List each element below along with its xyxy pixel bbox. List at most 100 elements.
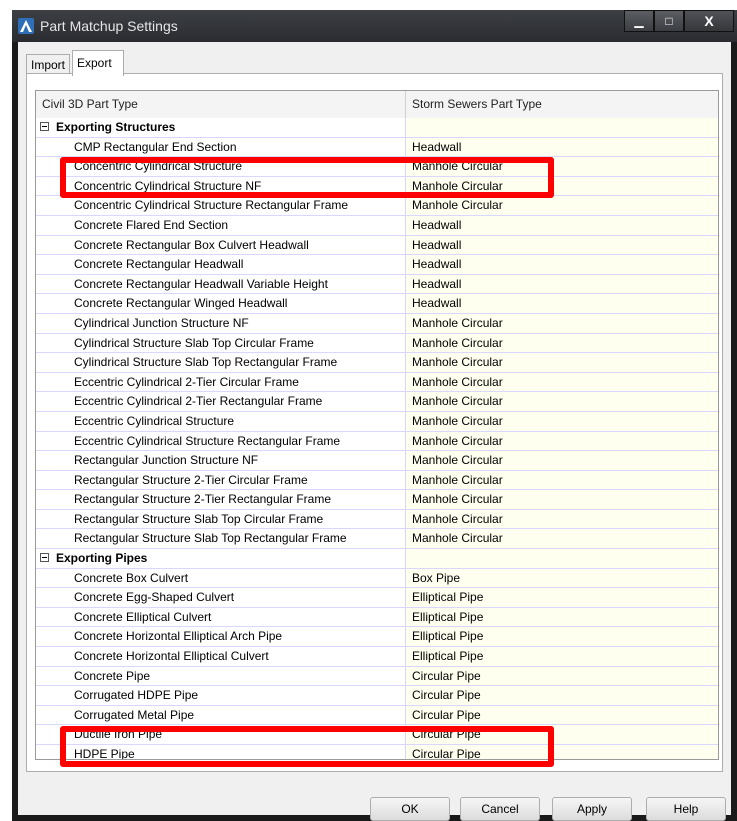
table-row[interactable]: Corrugated HDPE Pipe Circular Pipe bbox=[36, 686, 718, 706]
table-row[interactable]: Rectangular Structure Slab Top Rectangul… bbox=[36, 529, 718, 550]
civil3d-part-type-cell: Concrete Rectangular Headwall Variable H… bbox=[36, 274, 406, 294]
minimize-button[interactable]: ▁ bbox=[624, 10, 654, 32]
civil3d-part-type-cell: Concrete Horizontal Elliptical Culvert bbox=[36, 647, 406, 666]
part-matchup-grid[interactable]: Civil 3D Part Type Storm Sewers Part Typ… bbox=[35, 90, 719, 760]
table-row[interactable]: Eccentric Cylindrical Structure Manhole C… bbox=[36, 411, 718, 432]
civil3d-part-type-cell: Concrete Pipe bbox=[36, 666, 406, 686]
table-row[interactable]: Eccentric Cylindrical 2-Tier Circular Fr… bbox=[36, 372, 718, 393]
column-header-civil3d-part-type[interactable]: Civil 3D Part Type bbox=[36, 91, 406, 118]
storm-sewers-part-type-cell[interactable]: Manhole Circular bbox=[406, 313, 718, 333]
table-row[interactable]: Cylindrical Junction Structure NF Manhole… bbox=[36, 313, 718, 334]
maximize-button[interactable]: □ bbox=[654, 10, 684, 32]
table-row[interactable]: Concrete Egg-Shaped Culvert Elliptical Pi… bbox=[36, 588, 718, 608]
civil3d-part-type-cell: Concrete Flared End Section bbox=[36, 215, 406, 235]
civil3d-part-type-cell: Rectangular Structure Slab Top Rectangul… bbox=[36, 529, 406, 549]
storm-sewers-part-type-cell[interactable]: Headwall bbox=[406, 255, 718, 274]
storm-sewers-part-type-cell[interactable]: Elliptical Pipe bbox=[406, 627, 718, 647]
cancel-button[interactable]: Cancel bbox=[460, 797, 540, 821]
storm-sewers-part-type-cell[interactable]: Headwall bbox=[406, 294, 718, 313]
grid-rows: Exporting Structures CMP Rectangular End … bbox=[36, 118, 718, 759]
collapse-toggle-icon[interactable] bbox=[40, 553, 49, 563]
storm-sewers-part-type-cell[interactable]: Circular Pipe bbox=[406, 745, 718, 759]
storm-sewers-part-type-cell[interactable]: Manhole Circular bbox=[406, 176, 718, 196]
table-row[interactable]: Concentric Cylindrical Structure Rectang… bbox=[36, 196, 718, 216]
storm-sewers-part-type-cell[interactable]: Headwall bbox=[406, 137, 718, 157]
table-row[interactable]: Concrete Rectangular Winged Headwall Head… bbox=[36, 294, 718, 314]
storm-sewers-part-type-cell[interactable]: Manhole Circular bbox=[406, 333, 718, 353]
storm-sewers-part-type-cell[interactable]: Manhole Circular bbox=[406, 451, 718, 470]
storm-sewers-part-type-cell[interactable]: Manhole Circular bbox=[406, 372, 718, 392]
civil3d-part-type-cell: Corrugated HDPE Pipe bbox=[36, 686, 406, 705]
storm-sewers-part-type-cell[interactable]: Circular Pipe bbox=[406, 666, 718, 686]
section-value-cell bbox=[406, 549, 718, 568]
table-row[interactable]: Concrete Pipe Circular Pipe bbox=[36, 666, 718, 687]
window-title: Part Matchup Settings bbox=[40, 18, 178, 34]
table-row[interactable]: CMP Rectangular End Section Headwall bbox=[36, 137, 718, 158]
table-row[interactable]: Concrete Rectangular Headwall Variable H… bbox=[36, 274, 718, 295]
apply-button[interactable]: Apply bbox=[552, 797, 632, 821]
table-row[interactable]: Cylindrical Structure Slab Top Circular … bbox=[36, 333, 718, 354]
table-row[interactable]: Rectangular Structure 2-Tier Rectangular… bbox=[36, 490, 718, 510]
table-row[interactable]: Cylindrical Structure Slab Top Rectangul… bbox=[36, 353, 718, 373]
storm-sewers-part-type-cell[interactable]: Headwall bbox=[406, 215, 718, 235]
storm-sewers-part-type-cell[interactable]: Elliptical Pipe bbox=[406, 588, 718, 607]
civil3d-part-type-cell: Concrete Egg-Shaped Culvert bbox=[36, 588, 406, 607]
table-row[interactable]: Eccentric Cylindrical 2-Tier Rectangular… bbox=[36, 392, 718, 412]
civil3d-part-type-cell: Eccentric Cylindrical Structure Rectangu… bbox=[36, 431, 406, 451]
storm-sewers-part-type-cell[interactable]: Box Pipe bbox=[406, 568, 718, 588]
storm-sewers-part-type-cell[interactable]: Manhole Circular bbox=[406, 431, 718, 451]
ok-button[interactable]: OK bbox=[370, 797, 450, 821]
help-button[interactable]: Help bbox=[646, 797, 726, 821]
table-row[interactable]: Concentric Cylindrical Structure NF Manho… bbox=[36, 176, 718, 197]
civil3d-part-type-cell: Concrete Box Culvert bbox=[36, 568, 406, 588]
civil3d-part-type-cell: Eccentric Cylindrical 2-Tier Rectangular… bbox=[36, 392, 406, 411]
table-row[interactable]: Concrete Rectangular Box Culvert Headwal… bbox=[36, 235, 718, 256]
section-label-text: Exporting Structures bbox=[56, 120, 176, 134]
storm-sewers-part-type-cell[interactable]: Manhole Circular bbox=[406, 196, 718, 215]
tab-import[interactable]: Import bbox=[26, 54, 70, 74]
table-row[interactable]: Concrete Rectangular Headwall Headwall bbox=[36, 255, 718, 275]
title-bar[interactable]: Part Matchup Settings ▁ □ X bbox=[12, 10, 737, 42]
section-label-text: Exporting Pipes bbox=[56, 551, 148, 566]
table-row[interactable]: Concrete Horizontal Elliptical Arch Pipe… bbox=[36, 627, 718, 648]
storm-sewers-part-type-cell[interactable]: Manhole Circular bbox=[406, 470, 718, 490]
collapse-toggle-icon[interactable] bbox=[40, 122, 49, 131]
table-row[interactable]: Rectangular Structure Slab Top Circular … bbox=[36, 509, 718, 530]
tab-export[interactable]: Export bbox=[72, 50, 124, 76]
storm-sewers-part-type-cell[interactable]: Elliptical Pipe bbox=[406, 647, 718, 666]
storm-sewers-part-type-cell[interactable]: Elliptical Pipe bbox=[406, 607, 718, 627]
close-button[interactable]: X bbox=[684, 10, 734, 32]
storm-sewers-part-type-cell[interactable]: Manhole Circular bbox=[406, 490, 718, 509]
table-row[interactable]: Concrete Flared End Section Headwall bbox=[36, 215, 718, 236]
section-label: Exporting Pipes bbox=[36, 549, 406, 568]
storm-sewers-part-type-cell[interactable]: Manhole Circular bbox=[406, 529, 718, 549]
storm-sewers-part-type-cell[interactable]: Manhole Circular bbox=[406, 411, 718, 431]
column-header-storm-sewers-part-type[interactable]: Storm Sewers Part Type bbox=[406, 91, 718, 118]
table-row[interactable]: Concrete Box Culvert Box Pipe bbox=[36, 568, 718, 589]
storm-sewers-part-type-cell[interactable]: Manhole Circular bbox=[406, 353, 718, 372]
table-row[interactable]: HDPE Pipe Circular Pipe bbox=[36, 745, 718, 759]
storm-sewers-part-type-cell[interactable]: Manhole Circular bbox=[406, 509, 718, 529]
table-row[interactable]: Rectangular Structure 2-Tier Circular Fr… bbox=[36, 470, 718, 491]
civil3d-part-type-cell: Corrugated Metal Pipe bbox=[36, 705, 406, 725]
table-row[interactable]: Ductile Iron Pipe Circular Pipe bbox=[36, 725, 718, 745]
storm-sewers-part-type-cell[interactable]: Headwall bbox=[406, 235, 718, 255]
table-row[interactable]: Eccentric Cylindrical Structure Rectangu… bbox=[36, 431, 718, 452]
storm-sewers-part-type-cell[interactable]: Circular Pipe bbox=[406, 725, 718, 744]
storm-sewers-part-type-cell[interactable]: Circular Pipe bbox=[406, 686, 718, 705]
storm-sewers-part-type-cell[interactable]: Headwall bbox=[406, 274, 718, 294]
table-row[interactable]: Corrugated Metal Pipe Circular Pipe bbox=[36, 705, 718, 726]
table-row[interactable]: Concrete Elliptical Culvert Elliptical Pi… bbox=[36, 607, 718, 628]
civil3d-part-type-cell: Concentric Cylindrical Structure NF bbox=[36, 176, 406, 196]
civil3d-part-type-cell: Concrete Elliptical Culvert bbox=[36, 607, 406, 627]
storm-sewers-part-type-cell[interactable]: Circular Pipe bbox=[406, 705, 718, 725]
table-row[interactable]: Rectangular Junction Structure NF Manhole… bbox=[36, 451, 718, 471]
table-row[interactable]: Concentric Cylindrical Structure Manhole … bbox=[36, 157, 718, 177]
storm-sewers-part-type-cell[interactable]: Manhole Circular bbox=[406, 392, 718, 411]
storm-sewers-part-type-cell[interactable]: Manhole Circular bbox=[406, 157, 718, 176]
section-value-cell bbox=[406, 118, 718, 137]
section-header-row[interactable]: Exporting Pipes bbox=[36, 549, 718, 569]
table-row[interactable]: Concrete Horizontal Elliptical Culvert El… bbox=[36, 647, 718, 667]
civil3d-part-type-cell: Concrete Rectangular Winged Headwall bbox=[36, 294, 406, 313]
section-header-row[interactable]: Exporting Structures bbox=[36, 118, 718, 138]
